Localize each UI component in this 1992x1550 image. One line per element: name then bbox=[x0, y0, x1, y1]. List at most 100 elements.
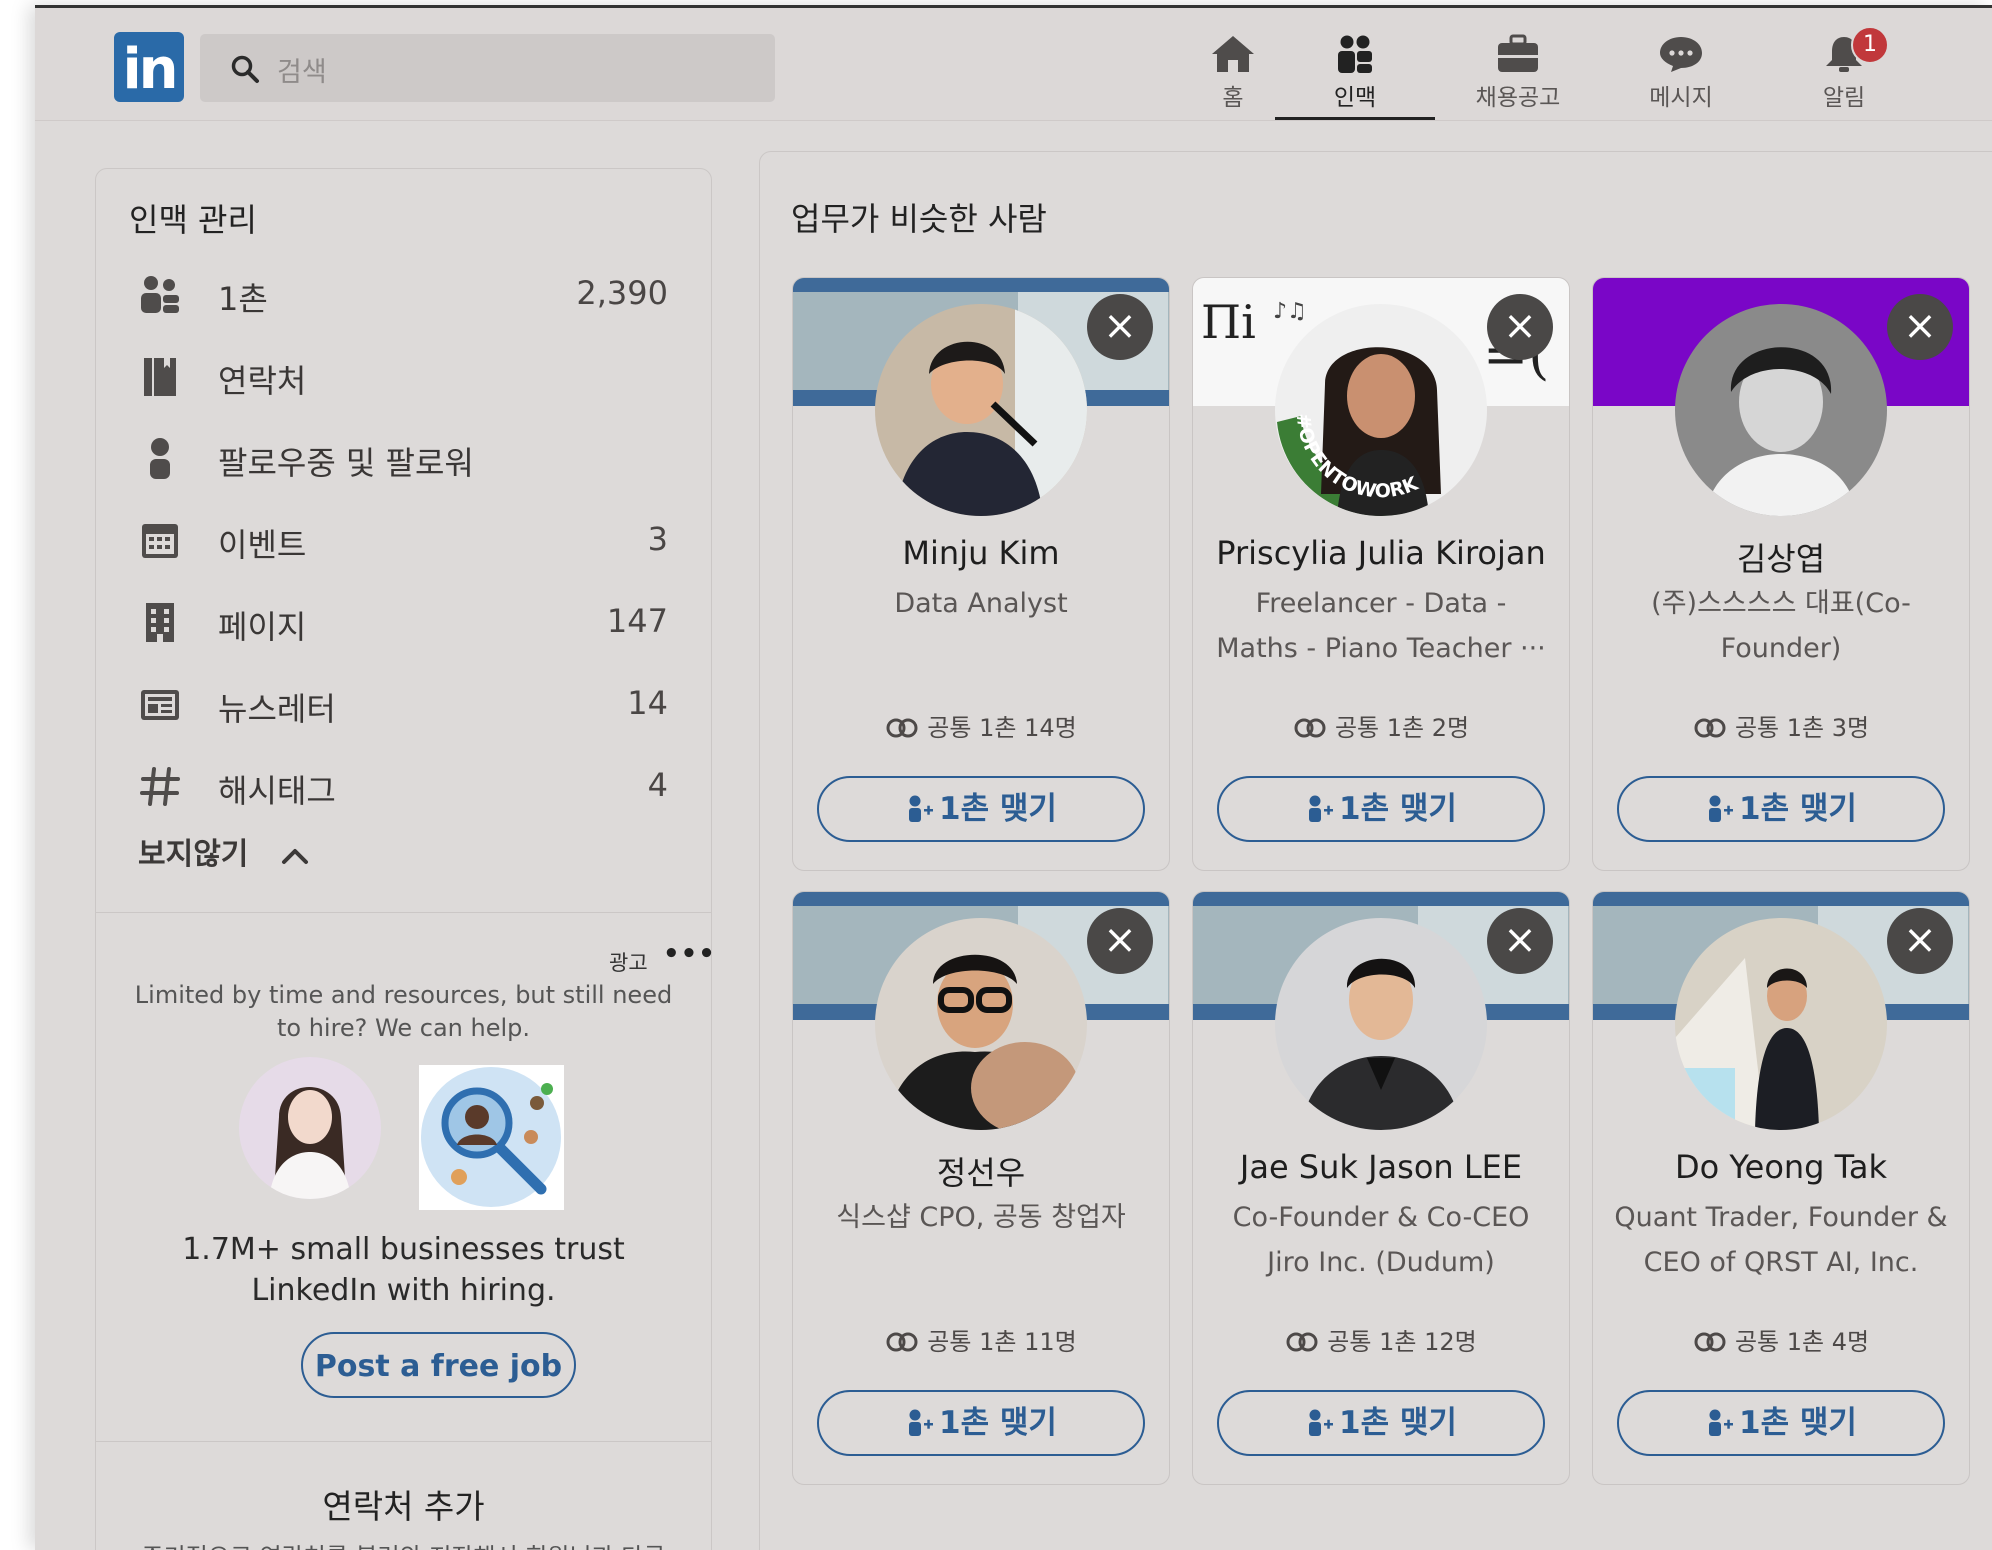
mutual-count: 공통 1촌 14명 bbox=[927, 714, 1077, 742]
person-card[interactable]: × 정선우 식스샵 CPO, 공동 창업자 공통 1촌 11명 1촌 맺기 bbox=[792, 891, 1170, 1485]
mutual-connections: 공통 1촌 14명 bbox=[793, 708, 1169, 743]
person-card[interactable]: × Minju Kim Data Analyst 공통 1촌 14명 1촌 맺기 bbox=[792, 277, 1170, 871]
person-headline: Data Analyst bbox=[894, 588, 1068, 619]
person-name[interactable]: Minju Kim bbox=[793, 534, 1169, 572]
ad-description: Limited by time and resources, but still… bbox=[134, 981, 673, 1042]
menu-item-connections[interactable]: 1촌 2,390 bbox=[96, 254, 711, 334]
menu-label: 페이지 bbox=[218, 608, 307, 646]
nav-label: 알림 bbox=[1822, 85, 1866, 111]
avatar[interactable] bbox=[1675, 918, 1887, 1130]
ad-label: 광고 bbox=[609, 951, 648, 975]
similar-people-panel: 업무가 비슷한 사람 × Minju Kim Data Analyst 공통 1… bbox=[759, 151, 1992, 1550]
nav-notifications[interactable]: 1 알림 bbox=[1764, 26, 1924, 118]
mutual-connections-icon bbox=[886, 718, 918, 738]
connect-button[interactable]: 1촌 맺기 bbox=[817, 776, 1145, 842]
dismiss-button[interactable]: × bbox=[1887, 294, 1953, 360]
mutual-connections-icon bbox=[1286, 1332, 1318, 1352]
connect-button[interactable]: 1촌 맺기 bbox=[1217, 1390, 1545, 1456]
nav-jobs[interactable]: 채용공고 bbox=[1438, 28, 1598, 118]
avatar[interactable] bbox=[875, 304, 1087, 516]
menu-item-following[interactable]: 팔로우중 및 팔로워 bbox=[96, 418, 711, 498]
person-name[interactable]: Do Yeong Tak bbox=[1593, 1148, 1969, 1186]
post-free-job-button[interactable]: Post a free job bbox=[301, 1332, 576, 1398]
message-icon bbox=[1660, 37, 1702, 72]
connect-button[interactable]: 1촌 맺기 bbox=[817, 1390, 1145, 1456]
person-card[interactable]: × Do Yeong Tak Quant Trader, Founder & C… bbox=[1592, 891, 1970, 1485]
menu-item-contacts[interactable]: 연락처 bbox=[96, 336, 711, 416]
add-person-icon bbox=[1709, 1409, 1734, 1436]
menu-item-hashtags[interactable]: 해시태그 4 bbox=[96, 746, 711, 826]
add-contacts-title: 연락처 추가 bbox=[322, 1487, 485, 1526]
menu-label: 팔로우중 및 팔로워 bbox=[218, 444, 474, 482]
person-name[interactable]: 정선우 bbox=[793, 1148, 1169, 1194]
connect-label: 1촌 맺기 bbox=[939, 791, 1057, 827]
person-name[interactable]: 김상엽 bbox=[1593, 534, 1969, 580]
mutual-connections-icon bbox=[1694, 718, 1726, 738]
chevron-up-icon bbox=[281, 848, 308, 864]
mutual-connections: 공통 1촌 4명 bbox=[1593, 1322, 1969, 1357]
nav-network[interactable]: 인맥 bbox=[1275, 28, 1435, 120]
avatar[interactable] bbox=[1675, 304, 1887, 516]
add-person-icon bbox=[909, 795, 934, 822]
menu-item-pages[interactable]: 페이지 147 bbox=[96, 582, 711, 662]
menu-count: 14 bbox=[627, 684, 668, 722]
calendar-icon bbox=[142, 524, 178, 558]
dismiss-button[interactable]: × bbox=[1487, 294, 1553, 360]
dismiss-button[interactable]: × bbox=[1887, 908, 1953, 974]
similar-people-title: 업무가 비슷한 사람 bbox=[791, 200, 1047, 238]
connect-button[interactable]: 1촌 맺기 bbox=[1617, 1390, 1945, 1456]
person-card[interactable]: × Jae Suk Jason LEE Co-Founder & Co-CEO … bbox=[1192, 891, 1570, 1485]
menu-item-newsletters[interactable]: 뉴스레터 14 bbox=[96, 664, 711, 744]
nav-messages[interactable]: 메시지 bbox=[1601, 28, 1761, 118]
nav-label: 인맥 bbox=[1333, 85, 1377, 111]
add-person-icon bbox=[1309, 795, 1334, 822]
menu-count: 147 bbox=[606, 602, 668, 640]
avatar[interactable] bbox=[1275, 918, 1487, 1130]
ad-magnifier-illustration bbox=[419, 1065, 564, 1210]
search-icon bbox=[231, 55, 259, 83]
linkedin-logo[interactable]: in bbox=[114, 32, 184, 102]
menu-count: 4 bbox=[647, 766, 668, 804]
avatar[interactable] bbox=[875, 918, 1087, 1130]
dismiss-button[interactable]: × bbox=[1087, 294, 1153, 360]
ad-person-photo bbox=[239, 1057, 381, 1199]
manage-network-panel: 인맥 관리 1촌 2,390 연락처 팔로우중 및 팔로워 이벤트 3 페이지 … bbox=[95, 168, 715, 1550]
menu-count: 2,390 bbox=[576, 274, 668, 312]
more-options-icon[interactable]: ••• bbox=[663, 939, 716, 969]
connections-icon bbox=[141, 276, 179, 313]
nav-label: 메시지 bbox=[1649, 85, 1713, 111]
person-headline: 식스샵 CPO, 공동 창업자 bbox=[836, 1202, 1126, 1233]
person-card[interactable]: Πi ♪♫ =( #OPENTOWORK bbox=[1192, 277, 1570, 871]
svg-text:♪♫: ♪♫ bbox=[1273, 299, 1307, 324]
menu-item-events[interactable]: 이벤트 3 bbox=[96, 500, 711, 580]
mutual-connections: 공통 1촌 2명 bbox=[1193, 708, 1569, 743]
browser-window: in 검색 홈 인맥 채용공고 메시지 1 알림 인맥 관리 1촌 2,390 … bbox=[35, 5, 1992, 1550]
mutual-connections: 공통 1촌 3명 bbox=[1593, 708, 1969, 743]
mutual-connections: 공통 1촌 11명 bbox=[793, 1322, 1169, 1357]
mutual-connections: 공통 1촌 12명 bbox=[1193, 1322, 1569, 1357]
dismiss-button[interactable]: × bbox=[1487, 908, 1553, 974]
contacts-book-icon bbox=[144, 358, 176, 396]
menu-label: 이벤트 bbox=[218, 526, 307, 564]
person-name[interactable]: Priscylia Julia Kirojan bbox=[1193, 534, 1569, 572]
notification-badge: 1 bbox=[1851, 26, 1889, 64]
show-less-toggle[interactable]: 보지않기 bbox=[138, 829, 309, 873]
person-name[interactable]: Jae Suk Jason LEE bbox=[1193, 1148, 1569, 1186]
connect-button[interactable]: 1촌 맺기 bbox=[1217, 776, 1545, 842]
mutual-count: 공통 1촌 11명 bbox=[927, 1328, 1077, 1356]
newsletter-icon bbox=[141, 690, 179, 720]
menu-label: 1촌 bbox=[218, 280, 268, 318]
mutual-connections-icon bbox=[886, 1332, 918, 1352]
dismiss-button[interactable]: × bbox=[1087, 908, 1153, 974]
section-divider bbox=[96, 912, 711, 913]
search-input[interactable]: 검색 bbox=[200, 34, 775, 102]
menu-label: 뉴스레터 bbox=[218, 690, 336, 728]
add-person-icon bbox=[1709, 795, 1734, 822]
avatar[interactable]: #OPENTOWORK bbox=[1275, 304, 1487, 516]
connect-button[interactable]: 1촌 맺기 bbox=[1617, 776, 1945, 842]
connect-label: 1촌 맺기 bbox=[1339, 1405, 1457, 1441]
connect-label: 1촌 맺기 bbox=[1739, 1405, 1857, 1441]
connect-label: 1촌 맺기 bbox=[1739, 791, 1857, 827]
nav-label: 채용공고 bbox=[1475, 85, 1561, 111]
person-card[interactable]: × 김상엽 (주)스스스스 대표(Co-Founder) 공통 1촌 3명 1촌… bbox=[1592, 277, 1970, 871]
